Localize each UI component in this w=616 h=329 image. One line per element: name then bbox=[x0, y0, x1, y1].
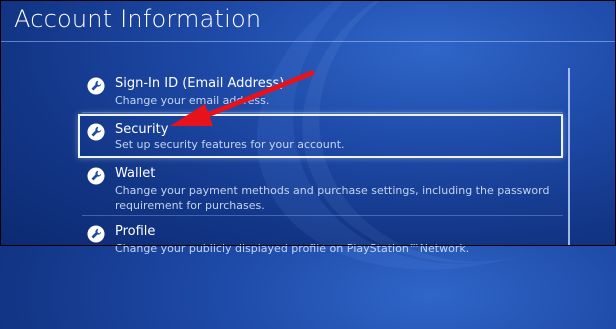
annotation-arrow bbox=[170, 70, 315, 126]
